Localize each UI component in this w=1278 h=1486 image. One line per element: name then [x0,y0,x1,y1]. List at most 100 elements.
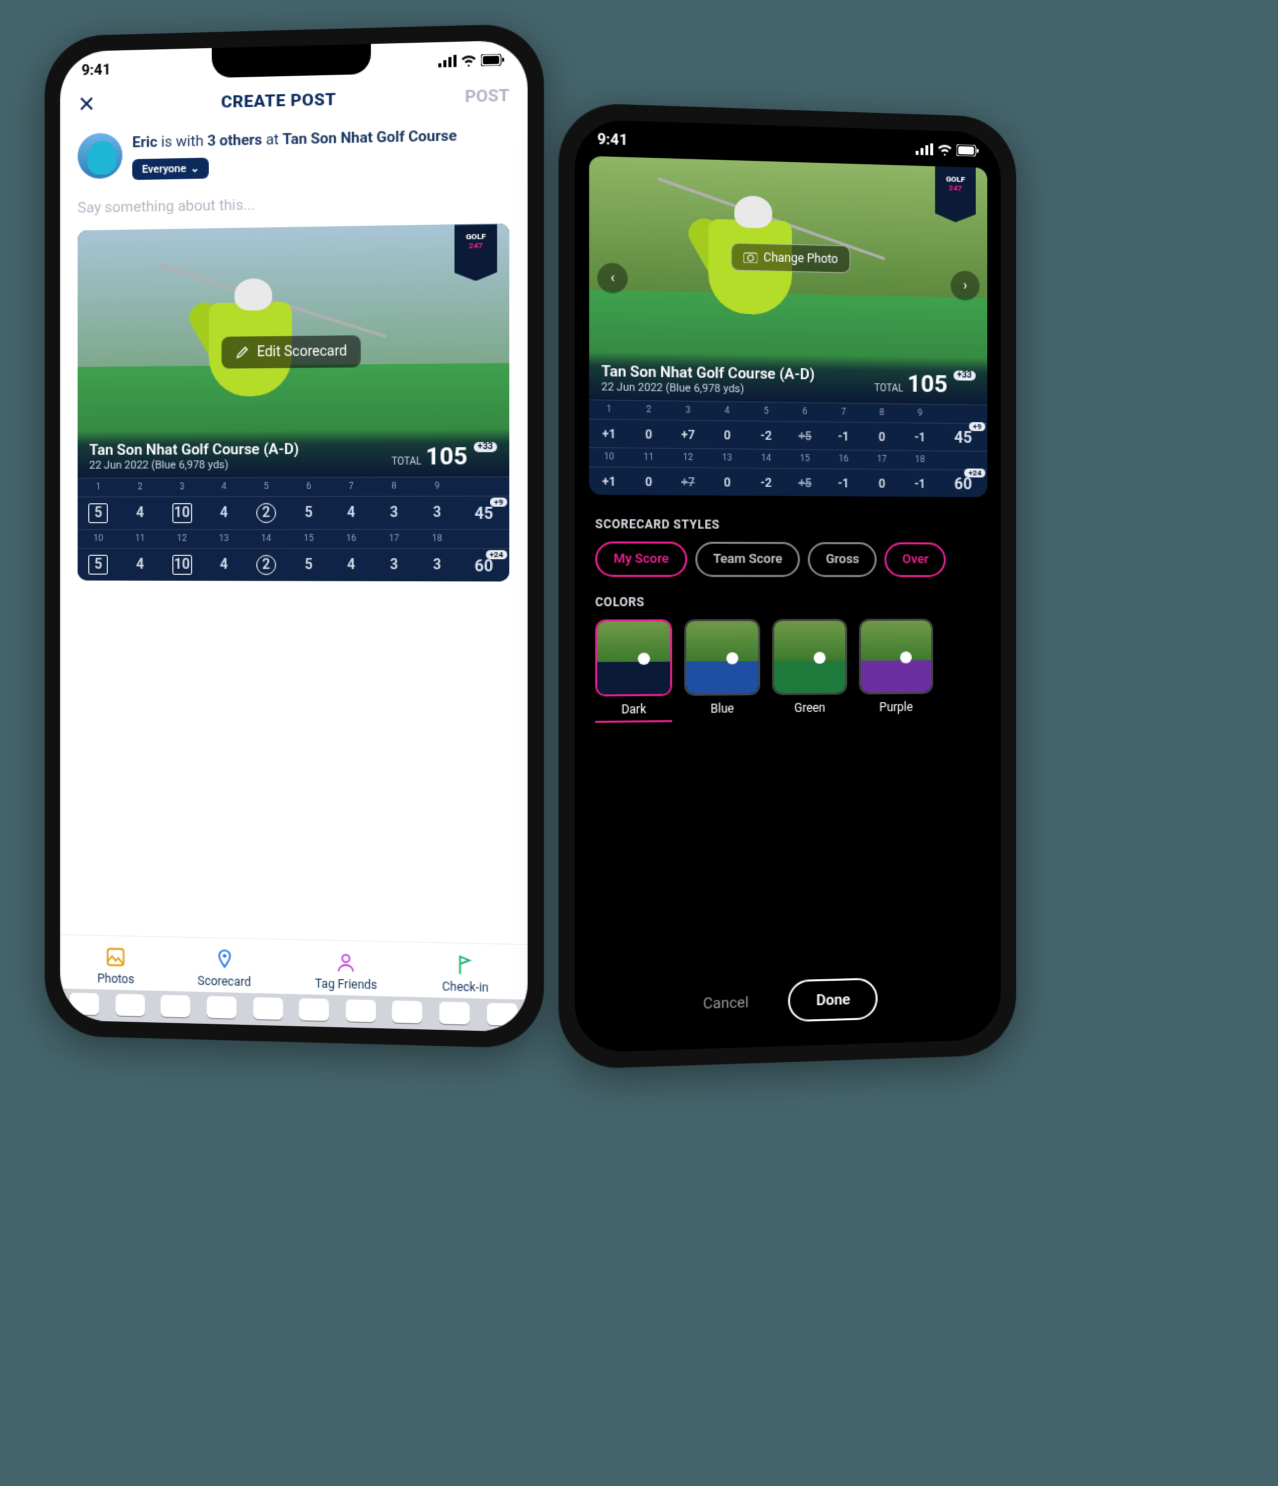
tag-friends-button[interactable]: Tag Friends [315,951,377,993]
nine-total: 45+9 [939,424,987,451]
hole-score: 3 [416,499,459,527]
hole-header: 7 [824,403,862,421]
hole-score: 4 [203,551,245,579]
hole-score: 0 [863,426,901,446]
hole-score: 3 [373,551,416,579]
status-icons [438,54,505,68]
hole-score: 5 [78,549,120,581]
wifi-icon [461,54,477,67]
battery-icon [956,144,979,157]
nine-total: 45+9 [459,499,510,526]
hole-header: 12 [161,530,203,548]
hole-header: 10 [78,530,120,548]
edit-scorecard-button[interactable]: Edit Scorecard [221,336,361,369]
hole-header: 3 [161,479,203,497]
close-button[interactable]: ✕ [78,93,96,118]
hole-score: -1 [901,427,939,447]
audience-selector[interactable]: Everyone ⌄ [132,158,209,181]
color-options: Dark Blue Green Purple [575,619,1001,724]
hole-score: 5 [287,551,330,579]
hole-header: 11 [629,448,669,467]
color-label: Blue [711,701,734,715]
hole-header: 11 [119,530,161,548]
color-option[interactable]: Blue [684,619,760,722]
change-photo-button[interactable]: Change Photo [731,243,851,274]
style-chip[interactable]: Team Score [695,542,800,577]
color-label: Green [794,701,825,715]
post-text-input[interactable]: Say something about this... [60,181,527,227]
hole-score: -2 [747,425,786,445]
hole-score: -2 [747,472,786,492]
done-button[interactable]: Done [788,978,877,1022]
photos-icon [105,946,126,968]
hole-header: 1 [78,479,120,497]
photos-button[interactable]: Photos [97,946,134,986]
page-title: CREATE POST [221,89,336,112]
hole-header: 5 [245,478,287,496]
color-option[interactable]: Dark [595,619,672,723]
scorecard-button[interactable]: Scorecard [198,948,251,989]
hole-header: 2 [629,401,669,420]
style-chip[interactable]: My Score [595,541,687,577]
hole-header: 5 [747,402,786,421]
cellular-icon [438,55,456,68]
wifi-icon [937,144,953,156]
hole-header: 6 [786,403,825,421]
hole-score: +7 [668,424,707,445]
hole-header: 6 [287,478,330,496]
hole-score: +5 [786,472,825,492]
hole-score: -1 [901,473,939,493]
hole-header: 17 [373,530,416,548]
style-chip[interactable]: Over [885,542,946,577]
previous-photo-button[interactable]: ‹ [597,263,627,294]
battery-icon [481,54,505,67]
total-score: TOTAL 105 +33 [391,442,497,471]
hole-header: 18 [901,451,939,469]
hole-score: +5 [786,425,825,445]
hole-score: 4 [119,551,161,579]
hole-header: 7 [330,478,373,496]
hole-header: 10 [589,448,629,467]
score-table: 123456789 541042543345+9 101112131415161… [78,477,510,582]
hole-header: 14 [245,530,287,548]
style-chip[interactable]: Gross [808,542,877,577]
hole-header: 9 [901,404,939,422]
hole-score: 3 [373,499,416,527]
hole-header: 14 [747,450,786,468]
chevron-down-icon: ⌄ [190,161,199,176]
color-option[interactable]: Purple [859,619,933,721]
post-button[interactable]: POST [465,85,509,106]
hole-header: 1 [589,400,629,419]
hole-header: 15 [786,450,825,468]
hole-score: 4 [330,499,373,527]
hole-score: 10 [161,498,203,530]
hole-score: 10 [161,549,203,581]
color-option[interactable]: Green [772,619,847,721]
hole-header: 2 [119,479,161,497]
avatar[interactable] [78,133,123,179]
scorecard-card: GOLF247 Edit Scorecard Tan Son Nhat Golf… [78,224,510,582]
hole-score: 0 [863,473,901,493]
hole-header: 13 [708,449,747,467]
scorecard-preview: GOLF247 ‹ › Change Photo Tan Son Nhat Go… [589,156,987,497]
hole-header: 16 [330,530,373,548]
styles-heading: SCORECARD STYLES [575,499,1001,543]
hole-score: +1 [589,471,629,492]
hole-header: 15 [287,530,330,548]
next-photo-button[interactable]: › [951,271,980,301]
color-label: Purple [879,700,912,714]
style-chips: My ScoreTeam ScoreGrossOver [575,541,1001,577]
hole-header: 8 [373,478,416,496]
cancel-button[interactable]: Cancel [703,993,749,1012]
hole-score: 3 [416,551,459,579]
hole-score: 5 [287,499,330,527]
hole-score: +1 [589,423,629,444]
hole-header: 4 [708,402,747,421]
hole-header: 8 [863,404,901,422]
checkin-button[interactable]: Check-in [442,953,489,994]
golf-badge: GOLF247 [935,166,976,222]
person-icon [335,951,357,974]
post-meta: Eric is with 3 others at Tan Son Nhat Go… [132,125,457,180]
total-score: TOTAL 105 +33 [874,369,976,398]
status-time: 9:41 [597,130,628,149]
